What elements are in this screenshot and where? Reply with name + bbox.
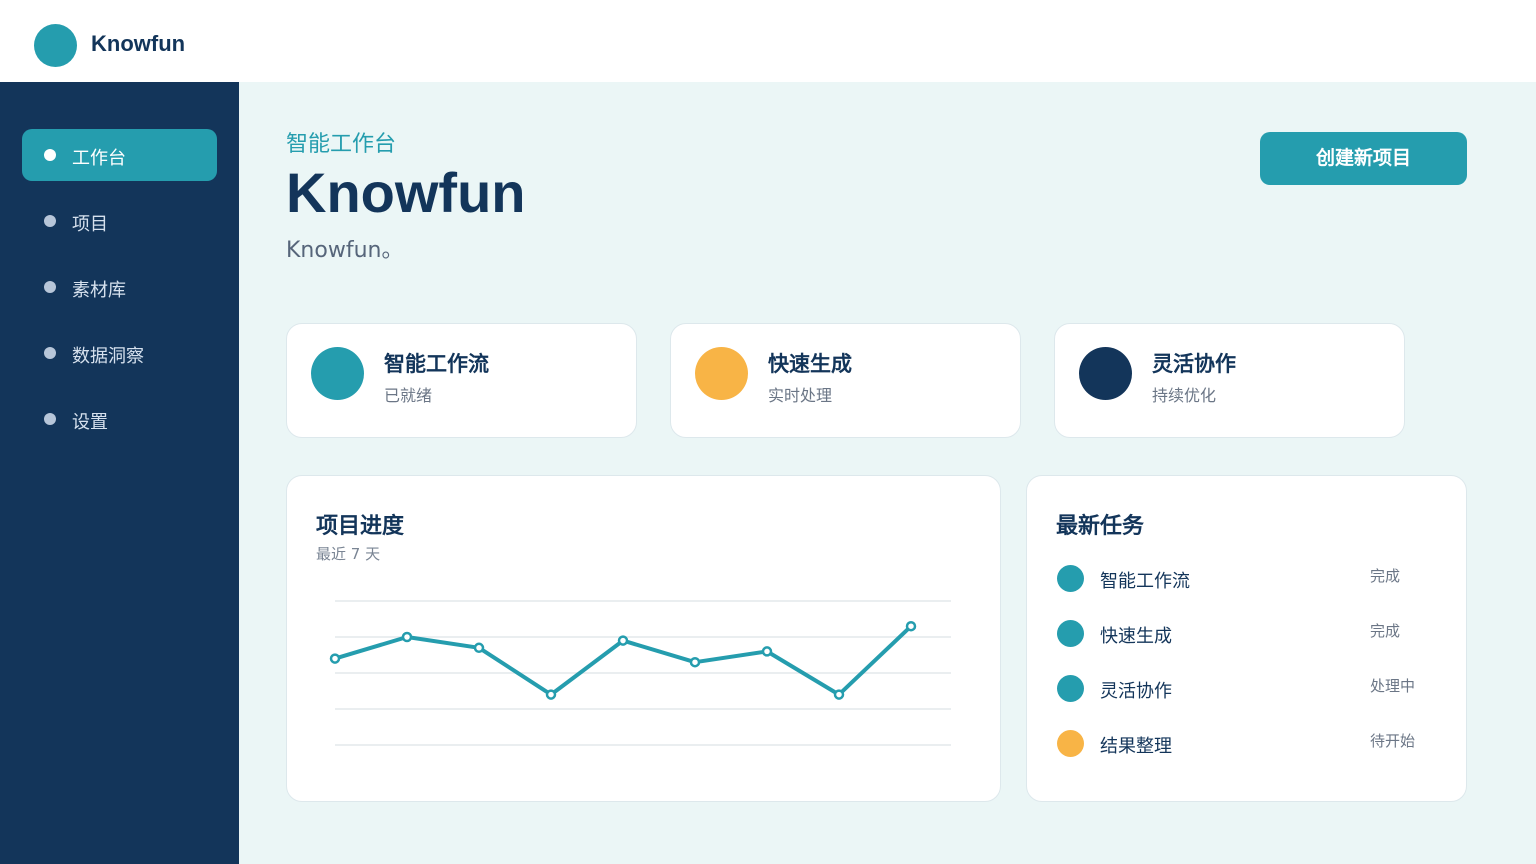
sidebar-item-label: 项目: [72, 214, 108, 235]
feature-status: 持续优化: [1152, 386, 1217, 405]
task-status: 完成: [1370, 622, 1401, 640]
data-point[interactable]: [833, 689, 845, 700]
status-dot-icon: [695, 347, 748, 400]
task-row[interactable]: 结果整理 待开始: [1027, 722, 1468, 762]
feature-title: 灵活协作: [1152, 352, 1236, 376]
main-content: 智能工作台 Knowfun Knowfun。 创建新项目 智能工作流 已就绪 快…: [239, 82, 1536, 864]
task-row[interactable]: 灵活协作 处理中: [1027, 667, 1468, 707]
sidebar-item-label: 设置: [72, 412, 108, 433]
task-name: 快速生成: [1100, 626, 1172, 647]
status-dot-icon: [311, 347, 364, 400]
task-dot-icon: [1057, 730, 1084, 757]
task-name: 智能工作流: [1100, 571, 1190, 592]
progress-chart: [329, 600, 951, 746]
feature-card-workflow[interactable]: 智能工作流 已就绪: [286, 323, 637, 438]
feature-title: 快速生成: [768, 352, 852, 376]
sidebar: 工作台 项目 素材库 数据洞察 设置: [0, 82, 239, 864]
sidebar-item-insights[interactable]: 数据洞察: [22, 327, 217, 379]
task-row[interactable]: 智能工作流 完成: [1027, 557, 1468, 597]
status-dot-icon: [1079, 347, 1132, 400]
data-point[interactable]: [761, 646, 773, 657]
data-point[interactable]: [689, 656, 701, 668]
feature-status: 实时处理: [768, 386, 833, 405]
data-point[interactable]: [401, 631, 413, 643]
task-dot-icon: [1057, 565, 1084, 592]
dot-icon: [44, 347, 56, 359]
sidebar-item-workbench[interactable]: 工作台: [22, 129, 217, 181]
task-name: 灵活协作: [1100, 681, 1172, 702]
task-status: 处理中: [1370, 677, 1416, 695]
task-dot-icon: [1057, 675, 1084, 702]
top-bar: Knowfun: [0, 0, 1536, 82]
sidebar-item-label: 工作台: [72, 148, 126, 169]
dot-icon: [44, 149, 56, 161]
dot-icon: [44, 215, 56, 227]
data-point[interactable]: [545, 689, 557, 700]
dot-icon: [44, 413, 56, 425]
sidebar-item-label: 数据洞察: [72, 346, 144, 367]
sidebar-item-settings[interactable]: 设置: [22, 393, 217, 445]
create-project-button[interactable]: 创建新项目: [1260, 132, 1467, 185]
feature-card-generate[interactable]: 快速生成 实时处理: [670, 323, 1021, 438]
page-subtitle: Knowfun。: [286, 238, 404, 263]
task-dot-icon: [1057, 620, 1084, 647]
tasks-title: 最新任务: [1056, 514, 1145, 539]
page-eyebrow: 智能工作台: [286, 132, 397, 157]
page-title: Knowfun: [286, 161, 526, 224]
sidebar-item-projects[interactable]: 项目: [22, 195, 217, 247]
feature-title: 智能工作流: [384, 352, 489, 376]
task-row[interactable]: 快速生成 完成: [1027, 612, 1468, 652]
data-point[interactable]: [473, 642, 485, 654]
brand-name: Knowfun: [91, 31, 186, 56]
sidebar-item-label: 素材库: [72, 280, 126, 301]
progress-card: 项目进度 最近 7 天: [286, 475, 1001, 802]
data-point[interactable]: [329, 653, 341, 664]
tasks-card: 最新任务 智能工作流 完成 快速生成 完成 灵活协作 处理中 结果整理 待开始: [1026, 475, 1467, 802]
task-name: 结果整理: [1100, 736, 1172, 757]
logo-icon: [34, 24, 77, 67]
feature-card-collab[interactable]: 灵活协作 持续优化: [1054, 323, 1405, 438]
data-point[interactable]: [617, 635, 629, 646]
sidebar-item-assets[interactable]: 素材库: [22, 261, 217, 313]
dot-icon: [44, 281, 56, 293]
feature-status: 已就绪: [384, 386, 433, 405]
data-point[interactable]: [905, 620, 917, 632]
task-status: 待开始: [1370, 732, 1416, 750]
task-status: 完成: [1370, 567, 1401, 585]
